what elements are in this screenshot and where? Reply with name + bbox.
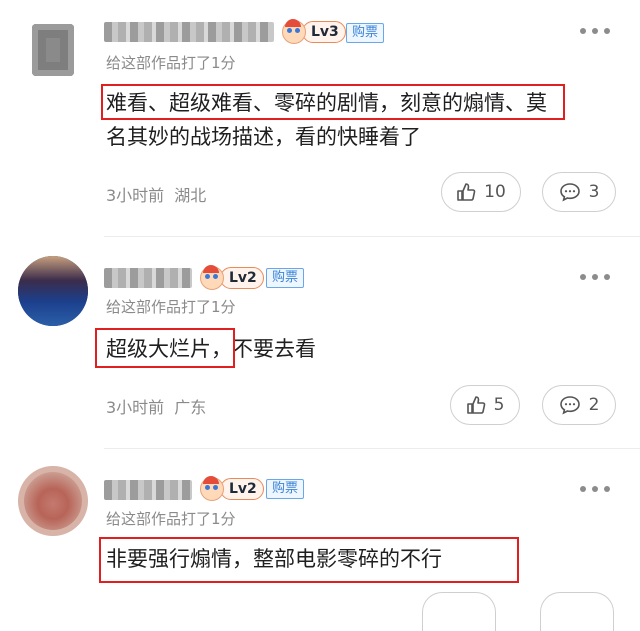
more-dots-icon[interactable] <box>580 272 610 282</box>
avatar[interactable] <box>18 256 88 326</box>
reply-button[interactable]: 2 <box>542 385 616 425</box>
username-blurred[interactable] <box>104 22 274 42</box>
time-text: 3小时前 <box>106 398 165 417</box>
avatar[interactable] <box>18 14 88 84</box>
level-label: Lv2 <box>220 478 264 500</box>
comment-1: Lv3 购票 给这部作品打了1分 难看、超级难看、零碎的剧情，刻意的煽情、莫 名… <box>0 0 640 238</box>
ticket-badge: 购票 <box>346 23 385 43</box>
partial-button[interactable] <box>540 592 614 631</box>
thumbs-up-icon <box>466 396 485 414</box>
rating-text: 给这部作品打了1分 <box>106 298 236 316</box>
time-text: 3小时前 <box>106 186 165 205</box>
level-icon <box>282 19 306 44</box>
comment-text: 非要强行煽情，整部电影零碎的不行 <box>106 542 606 576</box>
location-text: 广东 <box>174 398 207 417</box>
level-badge: Lv2 <box>200 476 264 501</box>
comment-text-highlighted: 非要强行煽情，整部电影零碎的不行 <box>106 547 442 571</box>
like-count: 10 <box>484 182 506 202</box>
thumbs-up-icon <box>457 183 476 201</box>
username-blurred[interactable] <box>104 268 192 288</box>
comment-text-highlighted: 难看、超级难看、零碎的剧情，刻意的煽情、 <box>106 91 526 115</box>
divider <box>104 236 640 237</box>
level-label: Lv2 <box>220 267 264 289</box>
comment-meta: 3小时前 广东 <box>106 394 206 418</box>
reply-count: 2 <box>588 395 600 415</box>
comment-text-rest: 不要去看 <box>232 337 316 361</box>
comment-text-rest: 莫 <box>526 91 547 115</box>
level-label: Lv3 <box>302 21 346 43</box>
level-badge: Lv3 <box>282 19 346 44</box>
rating-text: 给这部作品打了1分 <box>106 510 236 528</box>
like-button[interactable]: 10 <box>441 172 521 212</box>
username-blurred[interactable] <box>104 480 192 500</box>
reply-count: 3 <box>588 182 600 202</box>
location-text: 湖北 <box>174 186 207 205</box>
more-dots-icon[interactable] <box>580 26 610 36</box>
comment-text-line2: 名其妙的战场描述，看的快睡着了 <box>106 125 421 149</box>
comment-text: 难看、超级难看、零碎的剧情，刻意的煽情、莫 名其妙的战场描述，看的快睡着了 <box>106 86 606 154</box>
chat-bubble-icon <box>559 396 580 415</box>
ticket-badge: 购票 <box>266 268 305 288</box>
comment-2: Lv2 购票 给这部作品打了1分 超级大烂片，不要去看 3小时前 广东 5 2 <box>0 238 640 460</box>
level-icon <box>200 476 224 501</box>
avatar[interactable] <box>18 466 88 536</box>
level-icon <box>200 265 224 290</box>
like-button[interactable]: 5 <box>450 385 520 425</box>
like-count: 5 <box>493 395 505 415</box>
more-dots-icon[interactable] <box>580 484 610 494</box>
partial-button[interactable] <box>422 592 496 631</box>
ticket-badge: 购票 <box>266 479 305 499</box>
comment-text: 超级大烂片，不要去看 <box>106 332 606 366</box>
reply-button[interactable]: 3 <box>542 172 616 212</box>
rating-text: 给这部作品打了1分 <box>106 54 236 72</box>
comment-meta: 3小时前 湖北 <box>106 182 206 206</box>
comment-3: Lv2 购票 给这部作品打了1分 非要强行煽情，整部电影零碎的不行 <box>0 448 640 631</box>
comment-text-highlighted: 超级大烂片， <box>106 337 232 361</box>
chat-bubble-icon <box>559 183 580 202</box>
level-badge: Lv2 <box>200 265 264 290</box>
